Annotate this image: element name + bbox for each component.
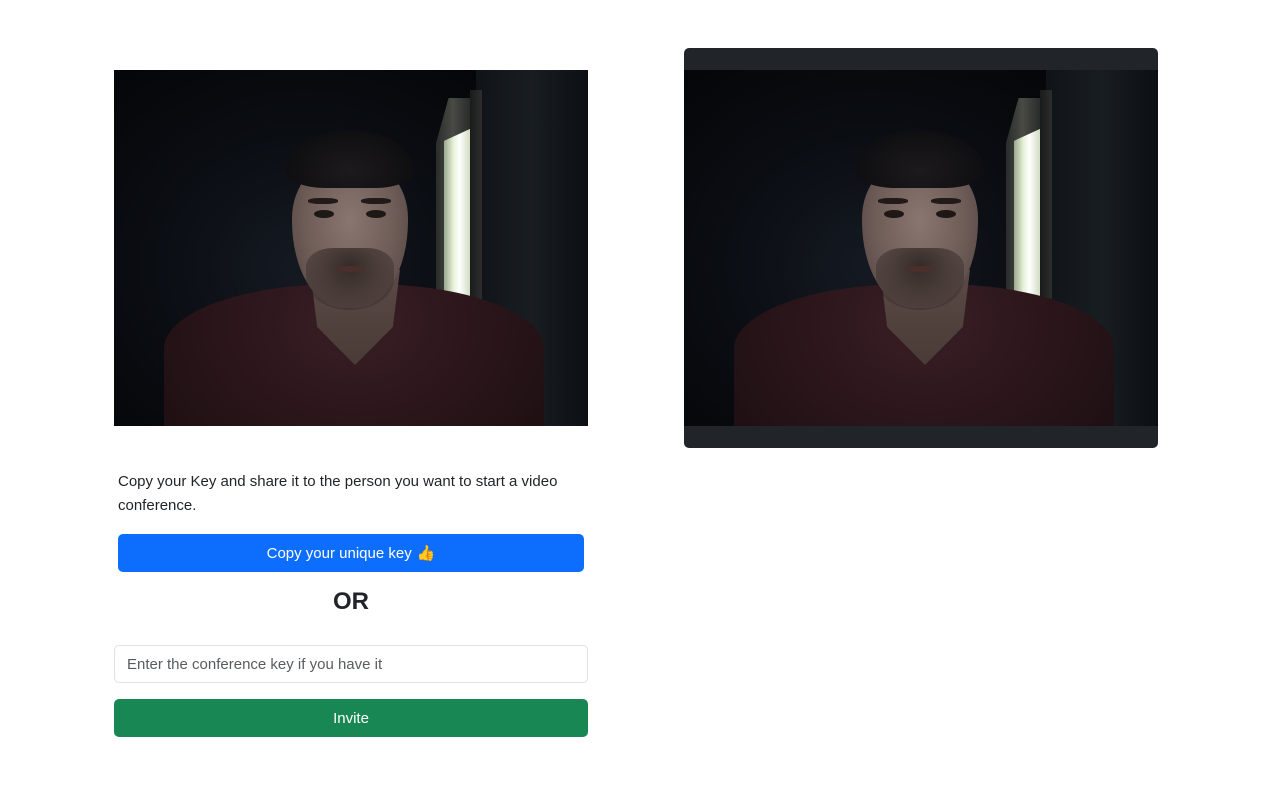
copy-key-button-label: Copy your unique key [266, 544, 412, 562]
remote-webcam-image [684, 70, 1158, 426]
video-conference-page: Copy your Key and share it to the person… [0, 0, 1272, 786]
or-divider: OR [333, 588, 369, 615]
invite-button[interactable]: Invite [114, 699, 588, 737]
remote-video [684, 70, 1158, 426]
thumbs-up-icon: 👍 [416, 545, 436, 562]
share-key-instructions: Copy your Key and share it to the person… [118, 473, 558, 514]
remote-video-frame [684, 48, 1158, 448]
local-video [114, 70, 588, 426]
copy-unique-key-button[interactable]: Copy your unique key 👍 [118, 534, 584, 572]
conference-key-input[interactable] [114, 645, 588, 683]
local-webcam-image [114, 70, 588, 426]
